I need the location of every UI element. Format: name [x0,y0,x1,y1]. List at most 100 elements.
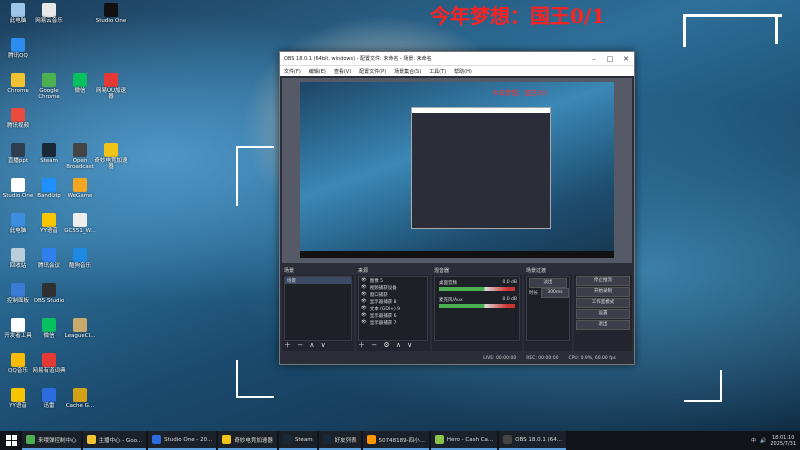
menu-item[interactable]: 工具(T) [429,68,446,75]
menu-item[interactable]: 场景集合(S) [394,68,421,75]
scenes-toolbar[interactable]: ＋ − ∧ ∨ [284,340,328,350]
desktop-icon[interactable]: 微信 [32,318,66,339]
desktop-icon[interactable]: LeagueCl... [63,318,97,339]
desktop-icon[interactable]: 奇妙电竞加速器 [94,143,128,170]
app-icon [42,248,56,262]
desktop-icon[interactable]: 腾讯视频 [1,108,35,129]
sources-list[interactable]: 👁 图像 5 👁 视频捕获设备 👁 窗口捕获 👁 显示器捕获 8 👁 文本 (GDI+) 9 👁 显示… [358,276,428,341]
desktop-icon[interactable]: Studio One [1,178,35,199]
source-item[interactable]: 👁 窗口捕获 [359,291,427,298]
eye-icon[interactable]: 👁 [361,292,367,297]
volume-slider[interactable] [439,304,515,308]
desktop-icon[interactable]: WeGame [63,178,97,199]
menu-item[interactable]: 文件(F) [284,68,301,75]
menu-item[interactable]: 帮助(H) [454,68,472,75]
desktop-icon[interactable]: Studio One [94,3,128,24]
desktop-icon[interactable]: 控制面板 [1,283,35,304]
rec-status: REC: 00:00:00 [526,356,559,361]
eye-icon[interactable]: 👁 [361,306,367,311]
desktop-icon[interactable]: OBS Studio [32,283,66,304]
app-icon [434,435,444,444]
desktop-icon-label: Chrome [7,88,29,94]
desktop-icon[interactable]: 酷狗音乐 [63,248,97,269]
eye-icon[interactable]: 👁 [361,285,367,290]
desktop-icon[interactable]: YY语音 [1,388,35,409]
scenes-list[interactable]: 场景 [284,276,352,341]
duration-input[interactable]: 300ms [541,287,569,298]
taskbar-item[interactable]: OBS 18.0.1 (64... [499,431,567,450]
menu-item[interactable]: 查看(V) [334,68,351,75]
desktop-icon[interactable]: Google Chrome [32,73,66,100]
source-item[interactable]: 👁 文本 (GDI+) 9 [359,305,427,312]
desktop-icon[interactable]: Open Broadcast [63,143,97,170]
desktop-icon[interactable]: Chrome [1,73,35,94]
eye-icon[interactable]: 👁 [361,320,367,325]
desktop-icon[interactable]: Bandizip [32,178,66,199]
eye-icon[interactable]: 👁 [361,278,367,283]
desktop-icon[interactable]: GC551_W... [63,213,97,234]
volume-slider[interactable] [439,287,515,291]
minimize-icon[interactable]: – [586,55,602,63]
taskbar-item[interactable]: Hero - Cash Ca... [430,431,498,450]
desktop-icon[interactable]: Steam [32,143,66,164]
start-button[interactable] [0,431,22,450]
control-button[interactable]: 工作室模式 [576,298,630,308]
desktop-icon[interactable]: 直播ppt [1,143,35,164]
obs-titlebar[interactable]: OBS 18.0.1 (64bit, windows) - 配置文件: 未命名 … [280,52,634,65]
taskbar-item-label: Steam [294,436,313,443]
desktop-icon[interactable]: YY语音 [32,213,66,234]
transition-select[interactable]: 淡出 [529,278,567,288]
eye-icon[interactable]: 👁 [361,299,367,304]
sources-toolbar[interactable]: ＋ − ⚙ ∧ ∨ [358,340,414,350]
control-button[interactable]: 开始录制 [576,287,630,297]
desktop-icon[interactable]: QQ音乐 [1,353,35,374]
clock[interactable]: 18:01:10 2025/7/31 [770,435,796,447]
obs-window[interactable]: OBS 18.0.1 (64bit, windows) - 配置文件: 未命名 … [279,51,635,365]
desktop-icon[interactable]: 网易UU加速器 [94,73,128,100]
source-item[interactable]: 👁 显示器捕获 8 [359,298,427,305]
desktop-icon[interactable]: 开发者工具 [1,318,35,339]
desktop-icon-label: 控制面板 [6,298,29,304]
taskbar-item[interactable]: 来哦弹控制中心 [22,431,81,450]
desktop-icon[interactable]: 回收站 [1,248,35,269]
desktop-icon[interactable]: 微信 [63,73,97,94]
eye-icon[interactable]: 👁 [361,313,367,318]
obs-preview[interactable]: 今年梦想：国王0/1 [282,78,632,263]
desktop-icon[interactable]: 网易有道词典 [32,353,66,374]
scene-item[interactable]: 场景 [285,277,351,284]
source-item[interactable]: 👁 显示器捕获 7 [359,319,427,326]
source-item[interactable]: 👁 视频捕获设备 [359,284,427,291]
ime-indicator[interactable]: 中 [751,437,756,444]
desktop-icon[interactable]: 腾讯QQ [1,38,35,59]
maximize-icon[interactable]: □ [602,55,618,63]
volume-icon[interactable]: 🔊 [760,438,766,444]
taskbar-item[interactable]: 50748189-四小... [362,431,429,450]
control-button[interactable]: 停止推流 [576,276,630,286]
desktop-icon[interactable]: 此电脑 [1,3,35,24]
taskbar-item[interactable]: 奇妙电竞加速器 [218,431,277,450]
desktop-icon-label: Open Broadcast [66,158,94,170]
desktop-icon[interactable]: 此电脑 [1,213,35,234]
app-icon [104,73,118,87]
taskbar-item[interactable]: 好友列表 [318,431,361,450]
desktop-icon[interactable]: 腾讯会议 [32,248,66,269]
control-button[interactable]: 退出 [576,320,630,330]
taskbar-item[interactable]: Steam [278,431,317,450]
desktop-icon[interactable]: 迅雷 [32,388,66,409]
taskbar-item[interactable]: 主播中心 - Goo... [82,431,147,450]
mixer-track: 桌面音频 0.0 dB [435,277,519,294]
desktop-icon[interactable]: Cache G... [63,388,97,409]
taskbar-item[interactable]: Studio One - 20... [148,431,217,450]
desktop-icon[interactable]: 网易云音乐 [32,3,66,24]
source-label: 显示器捕获 6 [369,313,397,319]
taskbar-item-label: Studio One - 20... [164,436,213,443]
control-button[interactable]: 设置 [576,309,630,319]
menu-item[interactable]: 配置文件(P) [359,68,386,75]
source-item[interactable]: 👁 图像 5 [359,277,427,284]
desktop-icon-label: 直播ppt [7,158,29,164]
close-icon[interactable]: ✕ [618,55,634,63]
menu-item[interactable]: 编辑(E) [309,68,326,75]
app-icon [42,3,56,17]
source-item[interactable]: 👁 显示器捕获 6 [359,312,427,319]
taskbar-item-label: 来哦弹控制中心 [38,437,77,444]
